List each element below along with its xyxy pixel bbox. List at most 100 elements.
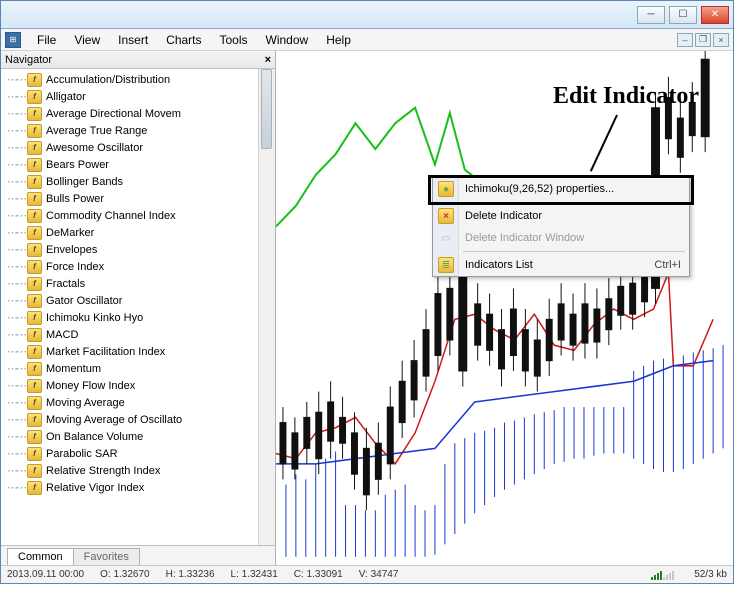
tree-item[interactable]: ⋯⋯ Accumulation/Distribution bbox=[7, 71, 258, 88]
mdi-restore-button[interactable]: ❐ bbox=[695, 33, 711, 47]
tree-branch-icon: ⋯⋯ bbox=[7, 158, 25, 171]
indicator-icon bbox=[27, 73, 42, 87]
tree-item[interactable]: ⋯⋯Ichimoku Kinko Hyo bbox=[7, 309, 258, 326]
tree-item[interactable]: ⋯⋯ Bears Power bbox=[7, 156, 258, 173]
menu-window[interactable]: Window bbox=[258, 31, 317, 49]
indicator-icon bbox=[27, 311, 42, 325]
indicator-icon bbox=[27, 260, 42, 274]
chart-area[interactable]: Edit Indicator ● Ichimoku(9,26,52) prope… bbox=[276, 51, 733, 565]
menu-insert[interactable]: Insert bbox=[110, 31, 156, 49]
indicator-icon bbox=[27, 464, 42, 478]
tree-branch-icon: ⋯⋯ bbox=[7, 396, 25, 409]
tree-label: Awesome Oscillator bbox=[46, 142, 143, 154]
tree-label: Relative Vigor Index bbox=[46, 482, 144, 494]
tree-branch-icon: ⋯⋯ bbox=[7, 141, 25, 154]
tree-item[interactable]: ⋯⋯ Momentum bbox=[7, 360, 258, 377]
tree-item[interactable]: ⋯⋯Alligator bbox=[7, 88, 258, 105]
network-icon bbox=[651, 570, 674, 580]
tree-label: Average True Range bbox=[46, 125, 147, 137]
ctx-indicators-list[interactable]: ≣ Indicators List Ctrl+I bbox=[433, 254, 689, 276]
tree-label: Moving Average of Oscillato bbox=[46, 414, 182, 426]
tree-item[interactable]: ⋯⋯Parabolic SAR bbox=[7, 445, 258, 462]
tree-label: Momentum bbox=[46, 363, 101, 375]
tree-label: On Balance Volume bbox=[46, 431, 143, 443]
tree-branch-icon: ⋯⋯ bbox=[7, 362, 25, 375]
menu-file[interactable]: File bbox=[29, 31, 64, 49]
window-maximize-button[interactable] bbox=[669, 6, 697, 24]
context-menu: ● Ichimoku(9,26,52) properties... × Dele… bbox=[432, 177, 690, 277]
indicator-icon bbox=[27, 396, 42, 410]
ctx-separator bbox=[463, 251, 685, 252]
tree-label: DeMarker bbox=[46, 227, 94, 239]
tab-common[interactable]: Common bbox=[7, 548, 74, 565]
tree-branch-icon: ⋯⋯ bbox=[7, 481, 25, 494]
tree-item[interactable]: ⋯⋯Average True Range bbox=[7, 122, 258, 139]
indicator-icon bbox=[27, 447, 42, 461]
window-minimize-button[interactable] bbox=[637, 6, 665, 24]
navigator-close-button[interactable]: × bbox=[265, 54, 271, 66]
tree-label: Envelopes bbox=[46, 244, 97, 256]
tree-branch-icon: ⋯⋯ bbox=[7, 345, 25, 358]
tree-item[interactable]: ⋯⋯ On Balance Volume bbox=[7, 428, 258, 445]
indicator-icon bbox=[27, 175, 42, 189]
tree-item[interactable]: ⋯⋯ Money Flow Index bbox=[7, 377, 258, 394]
indicator-icon bbox=[27, 481, 42, 495]
tree-item[interactable]: ⋯⋯Relative Strength Index bbox=[7, 462, 258, 479]
ctx-separator bbox=[463, 202, 685, 203]
navigator-header: Navigator × bbox=[1, 51, 275, 69]
tree-item[interactable]: ⋯⋯ Envelopes bbox=[7, 241, 258, 258]
status-net: 52/3 kb bbox=[694, 569, 727, 580]
tree-label: Fractals bbox=[46, 278, 85, 290]
menu-charts[interactable]: Charts bbox=[158, 31, 209, 49]
ctx-delete-indicator[interactable]: × Delete Indicator bbox=[433, 205, 689, 227]
tree-item[interactable]: ⋯⋯Bulls Power bbox=[7, 190, 258, 207]
tree-item[interactable]: ⋯⋯Average Directional Movem bbox=[7, 105, 258, 122]
tree-label: Bears Power bbox=[46, 159, 109, 171]
tree-branch-icon: ⋯⋯ bbox=[7, 294, 25, 307]
tree-label: MACD bbox=[46, 329, 78, 341]
indicator-icon bbox=[27, 294, 42, 308]
indicator-icon bbox=[27, 141, 42, 155]
tree-item[interactable]: ⋯⋯Moving Average of Oscillato bbox=[7, 411, 258, 428]
mdi-minimize-button[interactable]: – bbox=[677, 33, 693, 47]
scrollbar-thumb[interactable] bbox=[261, 69, 272, 149]
menu-view[interactable]: View bbox=[66, 31, 108, 49]
navigator-title: Navigator bbox=[5, 54, 52, 66]
tree-branch-icon: ⋯⋯ bbox=[7, 379, 25, 392]
indicator-icon bbox=[27, 243, 42, 257]
navigator-scrollbar[interactable] bbox=[258, 69, 275, 545]
status-low: L: 1.32431 bbox=[231, 569, 278, 580]
tree-label: Money Flow Index bbox=[46, 380, 135, 392]
ctx-properties[interactable]: ● Ichimoku(9,26,52) properties... bbox=[433, 178, 689, 200]
tree-item[interactable]: ⋯⋯ Awesome Oscillator bbox=[7, 139, 258, 156]
ctx-delete-window: ▭ Delete Indicator Window bbox=[433, 227, 689, 249]
menu-help[interactable]: Help bbox=[318, 31, 359, 49]
tree-item[interactable]: ⋯⋯Commodity Channel Index bbox=[7, 207, 258, 224]
indicator-icon bbox=[27, 158, 42, 172]
tree-branch-icon: ⋯⋯ bbox=[7, 243, 25, 256]
tree-branch-icon: ⋯⋯ bbox=[7, 430, 25, 443]
ctx-shortcut: Ctrl+I bbox=[654, 259, 681, 271]
tree-item[interactable]: ⋯⋯Gator Oscillator bbox=[7, 292, 258, 309]
navigator-tree[interactable]: ⋯⋯Accumulation/Distribution⋯⋯Alligator⋯⋯… bbox=[1, 69, 258, 545]
tab-favorites[interactable]: Favorites bbox=[73, 548, 140, 565]
tree-item[interactable]: ⋯⋯Force Index bbox=[7, 258, 258, 275]
tree-label: Moving Average bbox=[46, 397, 125, 409]
tree-item[interactable]: ⋯⋯Fractals bbox=[7, 275, 258, 292]
tree-label: Accumulation/Distribution bbox=[46, 74, 170, 86]
indicator-icon bbox=[27, 209, 42, 223]
tree-item[interactable]: ⋯⋯Bollinger Bands bbox=[7, 173, 258, 190]
tree-item[interactable]: ⋯⋯ Moving Average bbox=[7, 394, 258, 411]
window-close-button[interactable] bbox=[701, 6, 729, 24]
tree-item[interactable]: ⋯⋯DeMarker bbox=[7, 224, 258, 241]
tree-branch-icon: ⋯⋯ bbox=[7, 73, 25, 86]
tree-item[interactable]: ⋯⋯ Relative Vigor Index bbox=[7, 479, 258, 496]
mdi-close-button[interactable]: × bbox=[713, 33, 729, 47]
indicator-icon bbox=[27, 107, 42, 121]
indicator-icon bbox=[27, 379, 42, 393]
status-close: C: 1.33091 bbox=[294, 569, 343, 580]
tree-item[interactable]: ⋯⋯Market Facilitation Index bbox=[7, 343, 258, 360]
indicator-icon bbox=[27, 328, 42, 342]
tree-item[interactable]: ⋯⋯MACD bbox=[7, 326, 258, 343]
menu-tools[interactable]: Tools bbox=[212, 31, 256, 49]
